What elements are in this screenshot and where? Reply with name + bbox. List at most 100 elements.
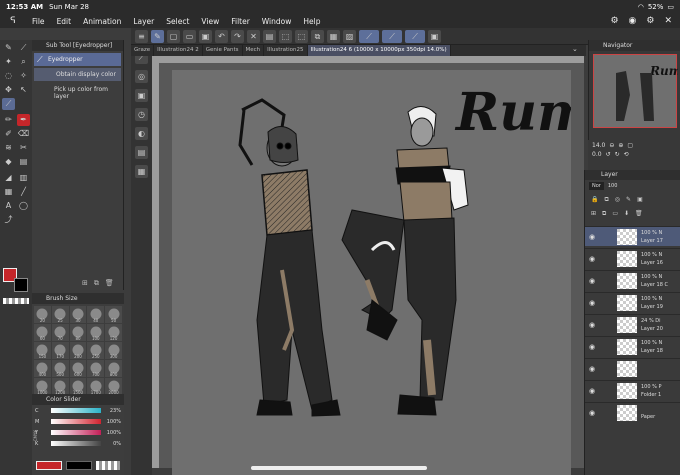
delete-layer-icon[interactable]: 🗑 (635, 210, 643, 218)
pencil-tool-icon[interactable]: ✏ (2, 114, 15, 126)
blend-mode-select[interactable]: Nor (589, 182, 604, 190)
tabs-dropdown-icon[interactable]: ⌄ (572, 45, 578, 53)
brush-size-cell[interactable]: 150 (34, 342, 51, 359)
decoration-tool-icon[interactable]: ✂ (17, 142, 30, 154)
grid-snap-icon[interactable]: ⟋ (405, 29, 425, 43)
menu-layer[interactable]: Layer (127, 17, 160, 26)
layer-row[interactable]: ◉ (585, 358, 680, 378)
layer-row[interactable]: ◉ 100 % N Layer 16 (585, 248, 680, 268)
visibility-icon[interactable]: ◉ (589, 233, 595, 241)
menu-filter[interactable]: Filter (225, 17, 256, 26)
brush-size-cell[interactable]: 80 (69, 324, 87, 341)
save-icon[interactable]: ▣ (199, 29, 212, 43)
reset-rotate-icon[interactable]: ⟲ (624, 151, 629, 158)
brush-size-cell[interactable]: 25 (51, 306, 69, 323)
color-slider-row[interactable]: K 0% (32, 438, 124, 449)
app-logo-icon[interactable]: ᕋ (0, 16, 26, 26)
brush-size-cell[interactable]: 50 (105, 306, 122, 323)
brush-size-cell[interactable]: 400 (34, 360, 51, 377)
history-icon[interactable]: ◷ (135, 108, 148, 121)
subtool-pick-from-layer[interactable]: Pick up color from layer (32, 83, 123, 103)
duplicate-subtool-icon[interactable]: ⧉ (94, 279, 99, 288)
object-tool-icon[interactable]: ↖ (17, 84, 30, 96)
menu-file[interactable]: File (26, 17, 51, 26)
brush-size-cell[interactable]: 20 (34, 306, 51, 323)
brush-size-cell[interactable]: 120 (105, 324, 122, 341)
visibility-icon[interactable]: ◉ (589, 343, 595, 351)
menu-edit[interactable]: Edit (51, 17, 78, 26)
new-layer-icon[interactable]: ⊞ (591, 210, 596, 218)
slider-transparent-color[interactable] (96, 461, 120, 470)
menu-animation[interactable]: Animation (77, 17, 127, 26)
gallery-icon[interactable]: ▦ (135, 165, 148, 178)
settings-icon[interactable]: ⚙ (610, 16, 618, 26)
layer-row[interactable]: ◉ 100 % N Layer 19 (585, 292, 680, 312)
balloon-tool-icon[interactable]: ◯ (17, 200, 30, 212)
menu-help[interactable]: Help (297, 17, 326, 26)
slider-sub-color[interactable] (66, 461, 92, 470)
tab-2[interactable]: Genie Pants (203, 45, 243, 56)
quick-access-icon[interactable]: ✎ (151, 29, 164, 43)
visibility-icon[interactable]: ◉ (589, 255, 595, 263)
layer-row[interactable]: ◉ 100 % N Layer 18 C (585, 270, 680, 290)
delete-subtool-icon[interactable]: 🗑 (105, 279, 114, 288)
wand-tool-icon[interactable]: ✧ (17, 70, 30, 82)
material-icon[interactable]: ▣ (135, 89, 148, 102)
tab-4[interactable]: Illustration25 (264, 45, 308, 56)
pen-tool-icon[interactable]: ✎ (2, 42, 15, 54)
brush-size-cell[interactable]: 30 (69, 306, 87, 323)
crop-icon[interactable]: ⧉ (311, 29, 324, 43)
panel-toggle-icon[interactable]: ▣ (428, 29, 441, 43)
new-file-icon[interactable]: ▢ (167, 29, 180, 43)
gradient-tool-icon[interactable]: ▤ (17, 156, 30, 168)
brush-size-cell[interactable]: 70 (51, 324, 69, 341)
undo-icon[interactable]: ↶ (215, 29, 228, 43)
close-icon[interactable]: ✕ (664, 16, 672, 26)
brush-tool-icon[interactable]: ⟋ (17, 42, 30, 54)
open-folder-icon[interactable]: ▭ (183, 29, 196, 43)
visibility-icon[interactable]: ◉ (589, 321, 595, 329)
tab-5[interactable]: Illustration24 6 (10000 x 10000px 350dpi… (307, 45, 451, 56)
marker-tool-icon[interactable]: ✒ (17, 114, 30, 126)
correct-line-tool-icon[interactable]: ⤴ (2, 214, 15, 226)
new-folder-icon[interactable]: ▭ (612, 210, 618, 218)
brush-size-cell[interactable]: 1200 (51, 378, 69, 395)
redo-icon[interactable]: ↷ (231, 29, 244, 43)
visibility-icon[interactable]: ◉ (589, 409, 595, 417)
brush-size-cell[interactable]: 40 (87, 306, 105, 323)
brush-size-cell[interactable]: 700 (87, 360, 105, 377)
blend-tool-icon[interactable]: ≋ (2, 142, 15, 154)
visibility-icon[interactable]: ◉ (589, 387, 595, 395)
figure-tool-icon[interactable]: ◢ (2, 172, 15, 184)
airbrush-tool-icon[interactable]: ✐ (2, 128, 15, 140)
tab-0[interactable]: Graze (131, 45, 155, 56)
brush-size-cell[interactable]: 100 (87, 324, 105, 341)
gear-icon[interactable]: ⚙ (646, 16, 654, 26)
deselect-icon[interactable]: ⬚ (295, 29, 308, 43)
brush-size-cell[interactable]: 500 (51, 360, 69, 377)
transform-icon[interactable]: ⬚ (279, 29, 292, 43)
angle-value[interactable]: 0.0 (592, 151, 602, 158)
vector-snap-icon[interactable]: ⟋ (359, 29, 379, 43)
menu-window[interactable]: Window (256, 17, 298, 26)
eraser-tool-icon[interactable]: ⌫ (17, 128, 30, 140)
line-tool-icon[interactable]: ╱ (17, 186, 30, 198)
text-tool-icon[interactable]: A (2, 200, 15, 212)
brush-size-cell[interactable]: 170 (51, 342, 69, 359)
mask-icon[interactable]: ▣ (637, 196, 643, 204)
transparent-color-swatch[interactable] (3, 298, 29, 304)
layer-row[interactable]: ◉ 100 % P Folder 1 (585, 380, 680, 400)
clip-icon[interactable]: ⧉ (604, 196, 608, 204)
layer-property-icon[interactable]: ◎ (135, 70, 148, 83)
fill-tool-icon[interactable]: ◆ (2, 156, 15, 168)
reference-icon[interactable]: ◎ (615, 196, 620, 204)
ruler-snap-icon[interactable]: ⟋ (382, 29, 402, 43)
brush-size-cell[interactable]: 250 (87, 342, 105, 359)
brush-size-cell[interactable]: 2000 (105, 378, 122, 395)
sub-color-swatch[interactable] (14, 278, 28, 292)
color-slider-row[interactable]: Y 100% (32, 427, 124, 438)
rotate-right-icon[interactable]: ↻ (615, 151, 620, 158)
add-subtool-icon[interactable]: ⊞ (82, 279, 88, 288)
menu-view[interactable]: View (195, 17, 225, 26)
draft-icon[interactable]: ✎ (626, 196, 631, 204)
